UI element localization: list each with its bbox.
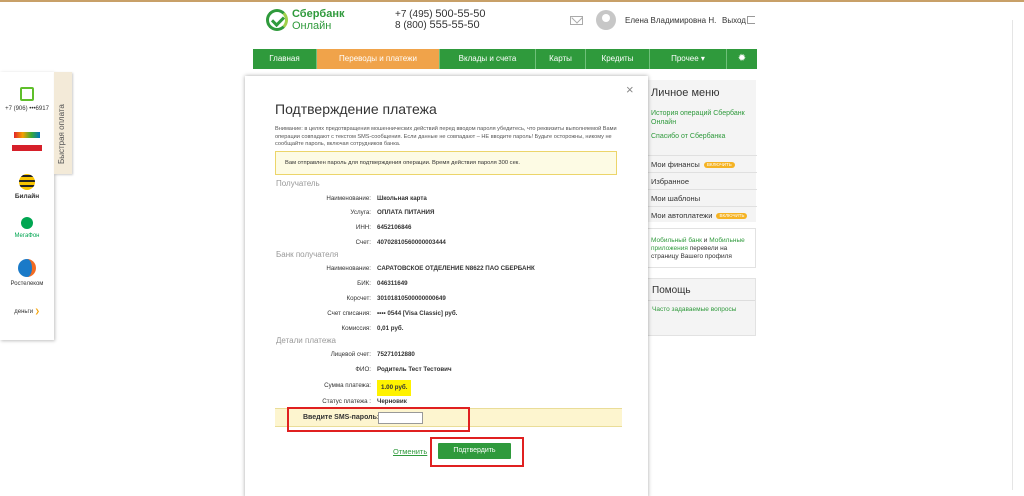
quickpay-tab-label: Быстрая оплата [57, 104, 66, 164]
nav-item-home[interactable]: Главная [253, 49, 317, 69]
menu-row-templates[interactable]: Мои шаблоны [647, 189, 757, 206]
help-panel: Помощь Часто задаваемые вопросы [646, 278, 756, 336]
nav-item-other[interactable]: Прочее ▾ [650, 49, 727, 69]
detail-row: Корсчет: 30101810500000000649 [346, 295, 446, 302]
top-accent-line [0, 0, 1024, 2]
beeline-logo-icon [19, 174, 35, 190]
faq-link[interactable]: Часто задаваемые вопросы [652, 306, 742, 314]
detail-row: Счет списания: •••• 0544 [Visa Classic] р… [327, 310, 458, 317]
sberbank-logo[interactable]: Сбербанк Онлайн [266, 9, 346, 33]
logo-line2: Онлайн [292, 20, 332, 32]
nav-item-credits[interactable]: Кредиты [586, 49, 650, 69]
operator-banner-icon [12, 145, 42, 151]
main-nav: Главная Переводы и платежи Вклады и счет… [253, 49, 757, 69]
avatar[interactable] [596, 10, 616, 30]
highlight-frame [287, 407, 470, 432]
logout-link[interactable]: Выход [722, 16, 746, 25]
payment-confirmation-dialog: × Подтверждение платежа Внимание: в целя… [245, 76, 648, 496]
rostelecom-label: Ростелеком [10, 281, 44, 287]
mobile-promo: Мобильный банк и Мобильные приложения пе… [646, 228, 756, 268]
beeline-label: Билайн [14, 193, 40, 200]
personal-menu-title: Личное меню [651, 87, 720, 99]
close-icon[interactable]: × [626, 82, 634, 97]
megafon-label: МегаФон [14, 233, 40, 239]
sms-sent-notice: Вам отправлен пароль для подтверждения о… [275, 151, 617, 175]
help-title: Помощь [652, 285, 691, 296]
section-bank: Банк получателя [276, 250, 339, 259]
phone-2: 8 (800) 555-55-50 [395, 19, 480, 32]
payment-amount: 1.00 руб. [377, 380, 412, 396]
contact-phones: +7 (495) 500-55-50 8 (800) 555-55-50 [395, 9, 485, 32]
detail-row: Сумма платежа: 1.00 руб. [245, 380, 648, 396]
quickpay-tab[interactable]: Быстрая оплата [54, 72, 72, 174]
menu-row-autopayments[interactable]: Мои автоплатежи ВКЛЮЧИТЬ [647, 206, 757, 223]
menu-row-finances[interactable]: Мои финансы ВКЛЮЧИТЬ [647, 155, 757, 172]
page-edge-line [1012, 20, 1013, 490]
quickpay-rostelecom[interactable]: Ростелеком [0, 259, 54, 287]
detail-row: Наименование: САРАТОВСКОЕ ОТДЕЛЕНИЕ N8622… [326, 265, 535, 272]
quickpay-panel: +7 (906) •••6917 Билайн МегаФон Ростелек… [0, 72, 54, 340]
yandex-money-label: деньги ❯ [14, 309, 40, 315]
nav-item-transfers[interactable]: Переводы и платежи [317, 49, 440, 69]
quickpay-phone-number: +7 (906) •••6917 [5, 106, 49, 112]
rostelecom-logo-icon [18, 259, 36, 277]
menu-row-favorites[interactable]: Избранное [647, 172, 757, 189]
highlight-frame [430, 437, 524, 467]
detail-row: ИНН: 6452106846 [355, 224, 412, 231]
detail-row: БИК: 046311649 [357, 280, 408, 287]
logo-line1: Сбербанк [292, 8, 345, 20]
divider [647, 300, 755, 301]
user-name[interactable]: Елена Владимировна Н. [625, 16, 716, 25]
detail-row: Счет: 40702810560000003444 [355, 239, 446, 246]
operator-logo-icon [14, 132, 40, 138]
detail-row: Лицевой счет: 75271012880 [330, 351, 415, 358]
detail-row: ФИО: Родитель Тест Тестович [355, 366, 452, 373]
detail-row: Услуга: ОПЛАТА ПИТАНИЯ [350, 209, 435, 216]
mobile-phone-icon [20, 87, 34, 101]
nav-item-deposits[interactable]: Вклады и счета [440, 49, 536, 69]
sberbank-logo-icon [266, 9, 288, 31]
section-recipient: Получатель [276, 179, 320, 188]
mail-icon[interactable] [570, 16, 583, 25]
personal-menu: Личное меню История операций Сбербанк Он… [646, 80, 757, 223]
dialog-title: Подтверждение платежа [275, 101, 437, 117]
detail-row: Комиссия: 0,01 руб. [341, 325, 404, 332]
security-warning: Внимание: в целях предотвращения мошенни… [275, 126, 617, 147]
enable-badge[interactable]: ВКЛЮЧИТЬ [703, 162, 735, 169]
mobile-bank-link[interactable]: Мобильный банк [651, 237, 702, 244]
quickpay-beeline[interactable]: Билайн [0, 174, 54, 200]
logout-icon[interactable] [747, 16, 755, 24]
history-link[interactable]: История операций Сбербанк Онлайн [651, 109, 755, 127]
nav-item-cards[interactable]: Карты [536, 49, 586, 69]
spasibo-link[interactable]: Спасибо от Сбербанка [651, 132, 755, 141]
megafon-logo-icon [21, 217, 33, 229]
section-details: Детали платежа [276, 336, 336, 345]
quickpay-operator-1[interactable] [0, 132, 54, 151]
gear-icon[interactable]: ✹ [727, 49, 757, 69]
quickpay-yandex[interactable]: деньги ❯ [0, 308, 54, 315]
quickpay-phone[interactable]: +7 (906) •••6917 [0, 87, 54, 112]
detail-row: Наименование: Школьная карта [326, 195, 427, 202]
cancel-link[interactable]: Отменить [393, 447, 427, 456]
quickpay-megafon[interactable]: МегаФон [0, 217, 54, 239]
enable-badge[interactable]: ВКЛЮЧИТЬ [716, 213, 748, 220]
